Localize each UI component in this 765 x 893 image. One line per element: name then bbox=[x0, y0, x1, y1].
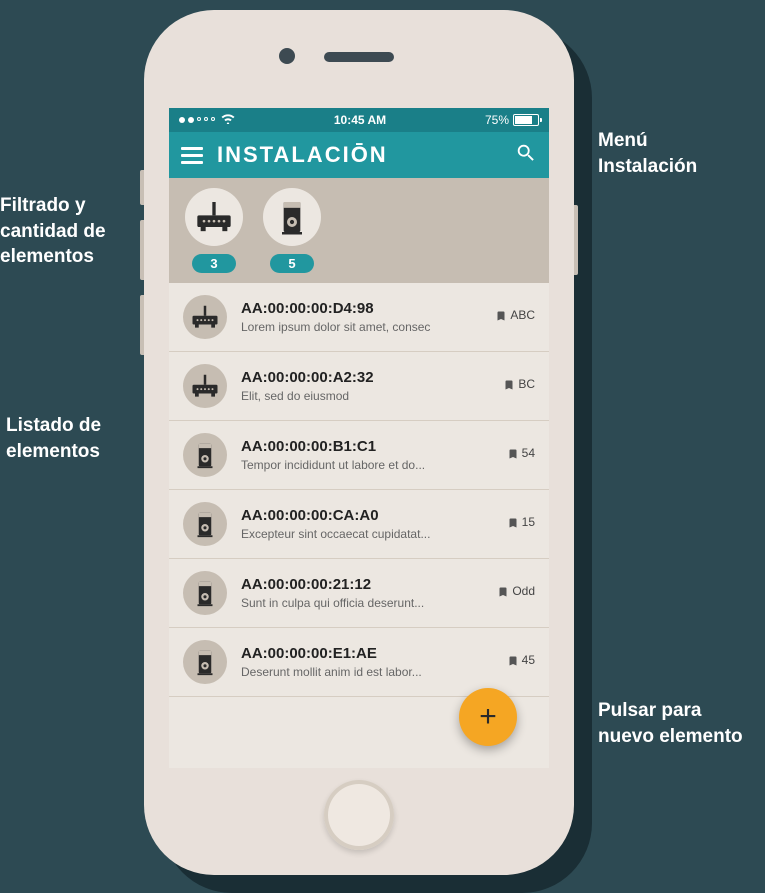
speaker-icon bbox=[183, 640, 227, 684]
device-list: AA:00:00:00:D4:98 Lorem ipsum dolor sit … bbox=[169, 283, 549, 697]
device-mac: AA:00:00:00:CA:A0 bbox=[241, 507, 493, 524]
phone-mockup: 10:45 AM 75% INSTALACIŌN bbox=[144, 10, 574, 880]
device-tag: 54 bbox=[507, 446, 535, 465]
device-tag: BC bbox=[503, 377, 535, 396]
device-tag: ABC bbox=[495, 308, 535, 327]
home-button[interactable] bbox=[324, 780, 394, 850]
list-item[interactable]: AA:00:00:00:CA:A0 Excepteur sint occaeca… bbox=[169, 490, 549, 559]
app-screen: 10:45 AM 75% INSTALACIŌN bbox=[169, 108, 549, 768]
bookmark-icon bbox=[497, 584, 509, 603]
list-item[interactable]: AA:00:00:00:21:12 Sunt in culpa qui offi… bbox=[169, 559, 549, 628]
callout-fab-label: Pulsar paranuevo elemento bbox=[598, 698, 743, 749]
battery-percent: 75% bbox=[485, 113, 509, 127]
plus-icon: + bbox=[479, 702, 497, 732]
device-mac: AA:00:00:00:B1:C1 bbox=[241, 438, 493, 455]
status-bar-time: 10:45 AM bbox=[235, 113, 485, 127]
app-bar: INSTALACIŌN bbox=[169, 132, 549, 178]
device-description: Lorem ipsum dolor sit amet, consec bbox=[241, 320, 481, 334]
bookmark-icon bbox=[507, 515, 519, 534]
speaker-icon bbox=[183, 433, 227, 477]
filter-count-badge: 5 bbox=[270, 254, 314, 273]
device-description: Excepteur sint occaecat cupidatat... bbox=[241, 527, 493, 541]
add-button[interactable]: + bbox=[459, 688, 517, 746]
device-tag: 15 bbox=[507, 515, 535, 534]
list-item[interactable]: AA:00:00:00:A2:32 Elit, sed do eiusmod B… bbox=[169, 352, 549, 421]
speaker-icon bbox=[183, 502, 227, 546]
device-tag: 45 bbox=[507, 653, 535, 672]
status-bar: 10:45 AM 75% bbox=[169, 108, 549, 132]
list-item[interactable]: AA:00:00:00:B1:C1 Tempor incididunt ut l… bbox=[169, 421, 549, 490]
search-button[interactable] bbox=[515, 142, 537, 169]
bookmark-icon bbox=[495, 308, 507, 327]
router-icon bbox=[183, 295, 227, 339]
search-icon bbox=[515, 142, 537, 164]
app-title: INSTALACIŌN bbox=[217, 142, 501, 168]
device-mac: AA:00:00:00:21:12 bbox=[241, 576, 483, 593]
callout-menu-label: MenúInstalación bbox=[598, 128, 697, 179]
device-description: Deserunt mollit anim id est labor... bbox=[241, 665, 493, 679]
router-icon bbox=[183, 364, 227, 408]
filter-speaker[interactable]: 5 bbox=[263, 188, 321, 273]
callout-filter-label: Filtrado ycantidad deelementos bbox=[0, 193, 106, 270]
callout-list-label: Listado deelementos bbox=[6, 413, 101, 464]
battery-icon bbox=[513, 114, 539, 126]
signal-dots-icon bbox=[179, 117, 215, 123]
device-description: Tempor incididunt ut labore et do... bbox=[241, 458, 493, 472]
device-mac: AA:00:00:00:D4:98 bbox=[241, 300, 481, 317]
device-mac: AA:00:00:00:A2:32 bbox=[241, 369, 489, 386]
speaker-icon bbox=[263, 188, 321, 246]
speaker-icon bbox=[183, 571, 227, 615]
list-item[interactable]: AA:00:00:00:D4:98 Lorem ipsum dolor sit … bbox=[169, 283, 549, 352]
filter-router[interactable]: 3 bbox=[185, 188, 243, 273]
device-description: Elit, sed do eiusmod bbox=[241, 389, 489, 403]
wifi-icon bbox=[221, 113, 235, 127]
bookmark-icon bbox=[503, 377, 515, 396]
router-icon bbox=[185, 188, 243, 246]
device-tag: Odd bbox=[497, 584, 535, 603]
list-item[interactable]: AA:00:00:00:E1:AE Deserunt mollit anim i… bbox=[169, 628, 549, 697]
bookmark-icon bbox=[507, 446, 519, 465]
device-mac: AA:00:00:00:E1:AE bbox=[241, 645, 493, 662]
device-description: Sunt in culpa qui officia deserunt... bbox=[241, 596, 483, 610]
menu-button[interactable] bbox=[181, 147, 203, 164]
bookmark-icon bbox=[507, 653, 519, 672]
phone-speaker bbox=[324, 52, 394, 62]
phone-camera bbox=[279, 48, 295, 64]
filter-bar: 3 5 bbox=[169, 178, 549, 283]
filter-count-badge: 3 bbox=[192, 254, 236, 273]
